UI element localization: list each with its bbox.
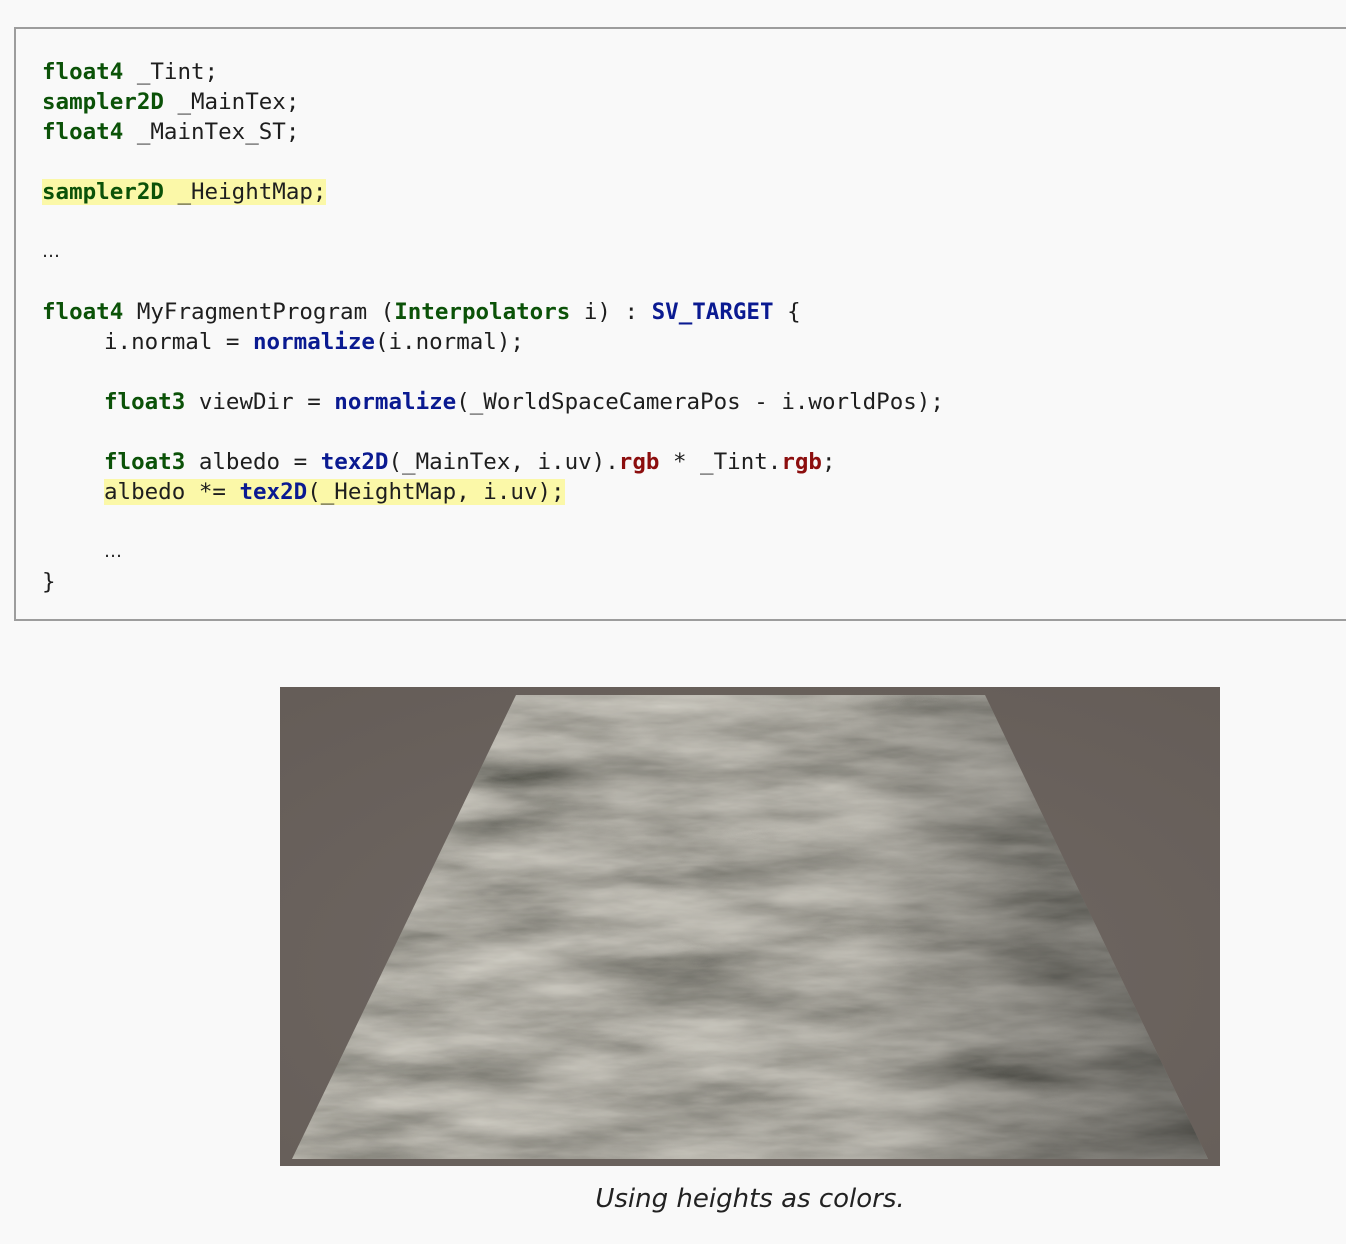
code-builtin-function: tex2D [320, 449, 389, 475]
code-builtin-function: normalize [253, 329, 375, 355]
code-line-7: i.normal = normalize(i.normal); [42, 327, 524, 357]
code-type-keyword: sampler2D [42, 179, 164, 205]
code-line-8: float3 viewDir = normalize(_WorldSpaceCa… [42, 387, 944, 417]
code-builtin-function: tex2D [239, 479, 308, 505]
code-swizzle: rgb [781, 449, 822, 475]
code-args: (_WorldSpaceCameraPos - i.worldPos); [456, 389, 944, 415]
code-line-12: } [42, 567, 56, 597]
code-function-name: MyFragmentProgram ( [123, 299, 395, 325]
code-assign: albedo = [185, 449, 321, 475]
code-identifier: _MainTex_ST; [123, 119, 300, 145]
code-line-4-highlighted: sampler2D _HeightMap; [42, 177, 327, 207]
code-type-keyword: sampler2D [42, 89, 164, 115]
code-semantic: SV_TARGET [651, 299, 774, 325]
code-line-3: float4 _MainTex_ST; [42, 117, 299, 147]
code-ellipsis-text: … [104, 541, 122, 562]
code-identifier: _HeightMap; [163, 179, 327, 205]
code-param-type: Interpolators [394, 299, 571, 325]
rendered-plane-image [280, 687, 1220, 1166]
code-semicolon: ; [821, 449, 836, 475]
code-block: float4 _Tint; sampler2D _MainTex; float4… [14, 27, 1346, 621]
figure-caption: Using heights as colors. [595, 1184, 905, 1214]
code-brace: { [773, 299, 801, 325]
code-args: (_MainTex, i.uv). [388, 449, 619, 475]
code-line-9: float3 albedo = tex2D(_MainTex, i.uv).rg… [42, 447, 836, 477]
code-operator: * _Tint. [659, 449, 782, 475]
code-assign: viewDir = [185, 389, 335, 415]
code-assign: i.normal = [104, 329, 254, 355]
code-line-2: sampler2D _MainTex; [42, 87, 299, 117]
code-ellipsis: … [42, 537, 122, 567]
code-line-6: float4 MyFragmentProgram (Interpolators … [42, 297, 801, 327]
code-line-10-highlighted: albedo *= tex2D(_HeightMap, i.uv); [42, 477, 565, 507]
code-brace: } [42, 569, 56, 595]
code-param: i) : [570, 299, 652, 325]
code-ellipsis: … [42, 241, 60, 262]
code-assign: albedo *= [104, 479, 240, 505]
code-args: (_HeightMap, i.uv); [307, 479, 565, 505]
code-builtin-function: normalize [334, 389, 457, 415]
code-highlight: sampler2D _HeightMap; [42, 179, 327, 205]
code-type-keyword: float3 [104, 449, 186, 475]
code-type-keyword: float4 [42, 299, 124, 325]
code-args: (i.normal); [374, 329, 524, 355]
heightmap-plane-illustration [280, 687, 1220, 1166]
code-identifier: _Tint; [123, 59, 219, 85]
code-type-keyword: float3 [104, 389, 186, 415]
code-highlight: albedo *= tex2D(_HeightMap, i.uv); [104, 479, 565, 505]
code-identifier: _MainTex; [163, 89, 300, 115]
code-type-keyword: float4 [42, 119, 124, 145]
code-swizzle: rgb [618, 449, 660, 475]
code-line-1: float4 _Tint; [42, 57, 218, 87]
code-type-keyword: float4 [42, 59, 124, 85]
